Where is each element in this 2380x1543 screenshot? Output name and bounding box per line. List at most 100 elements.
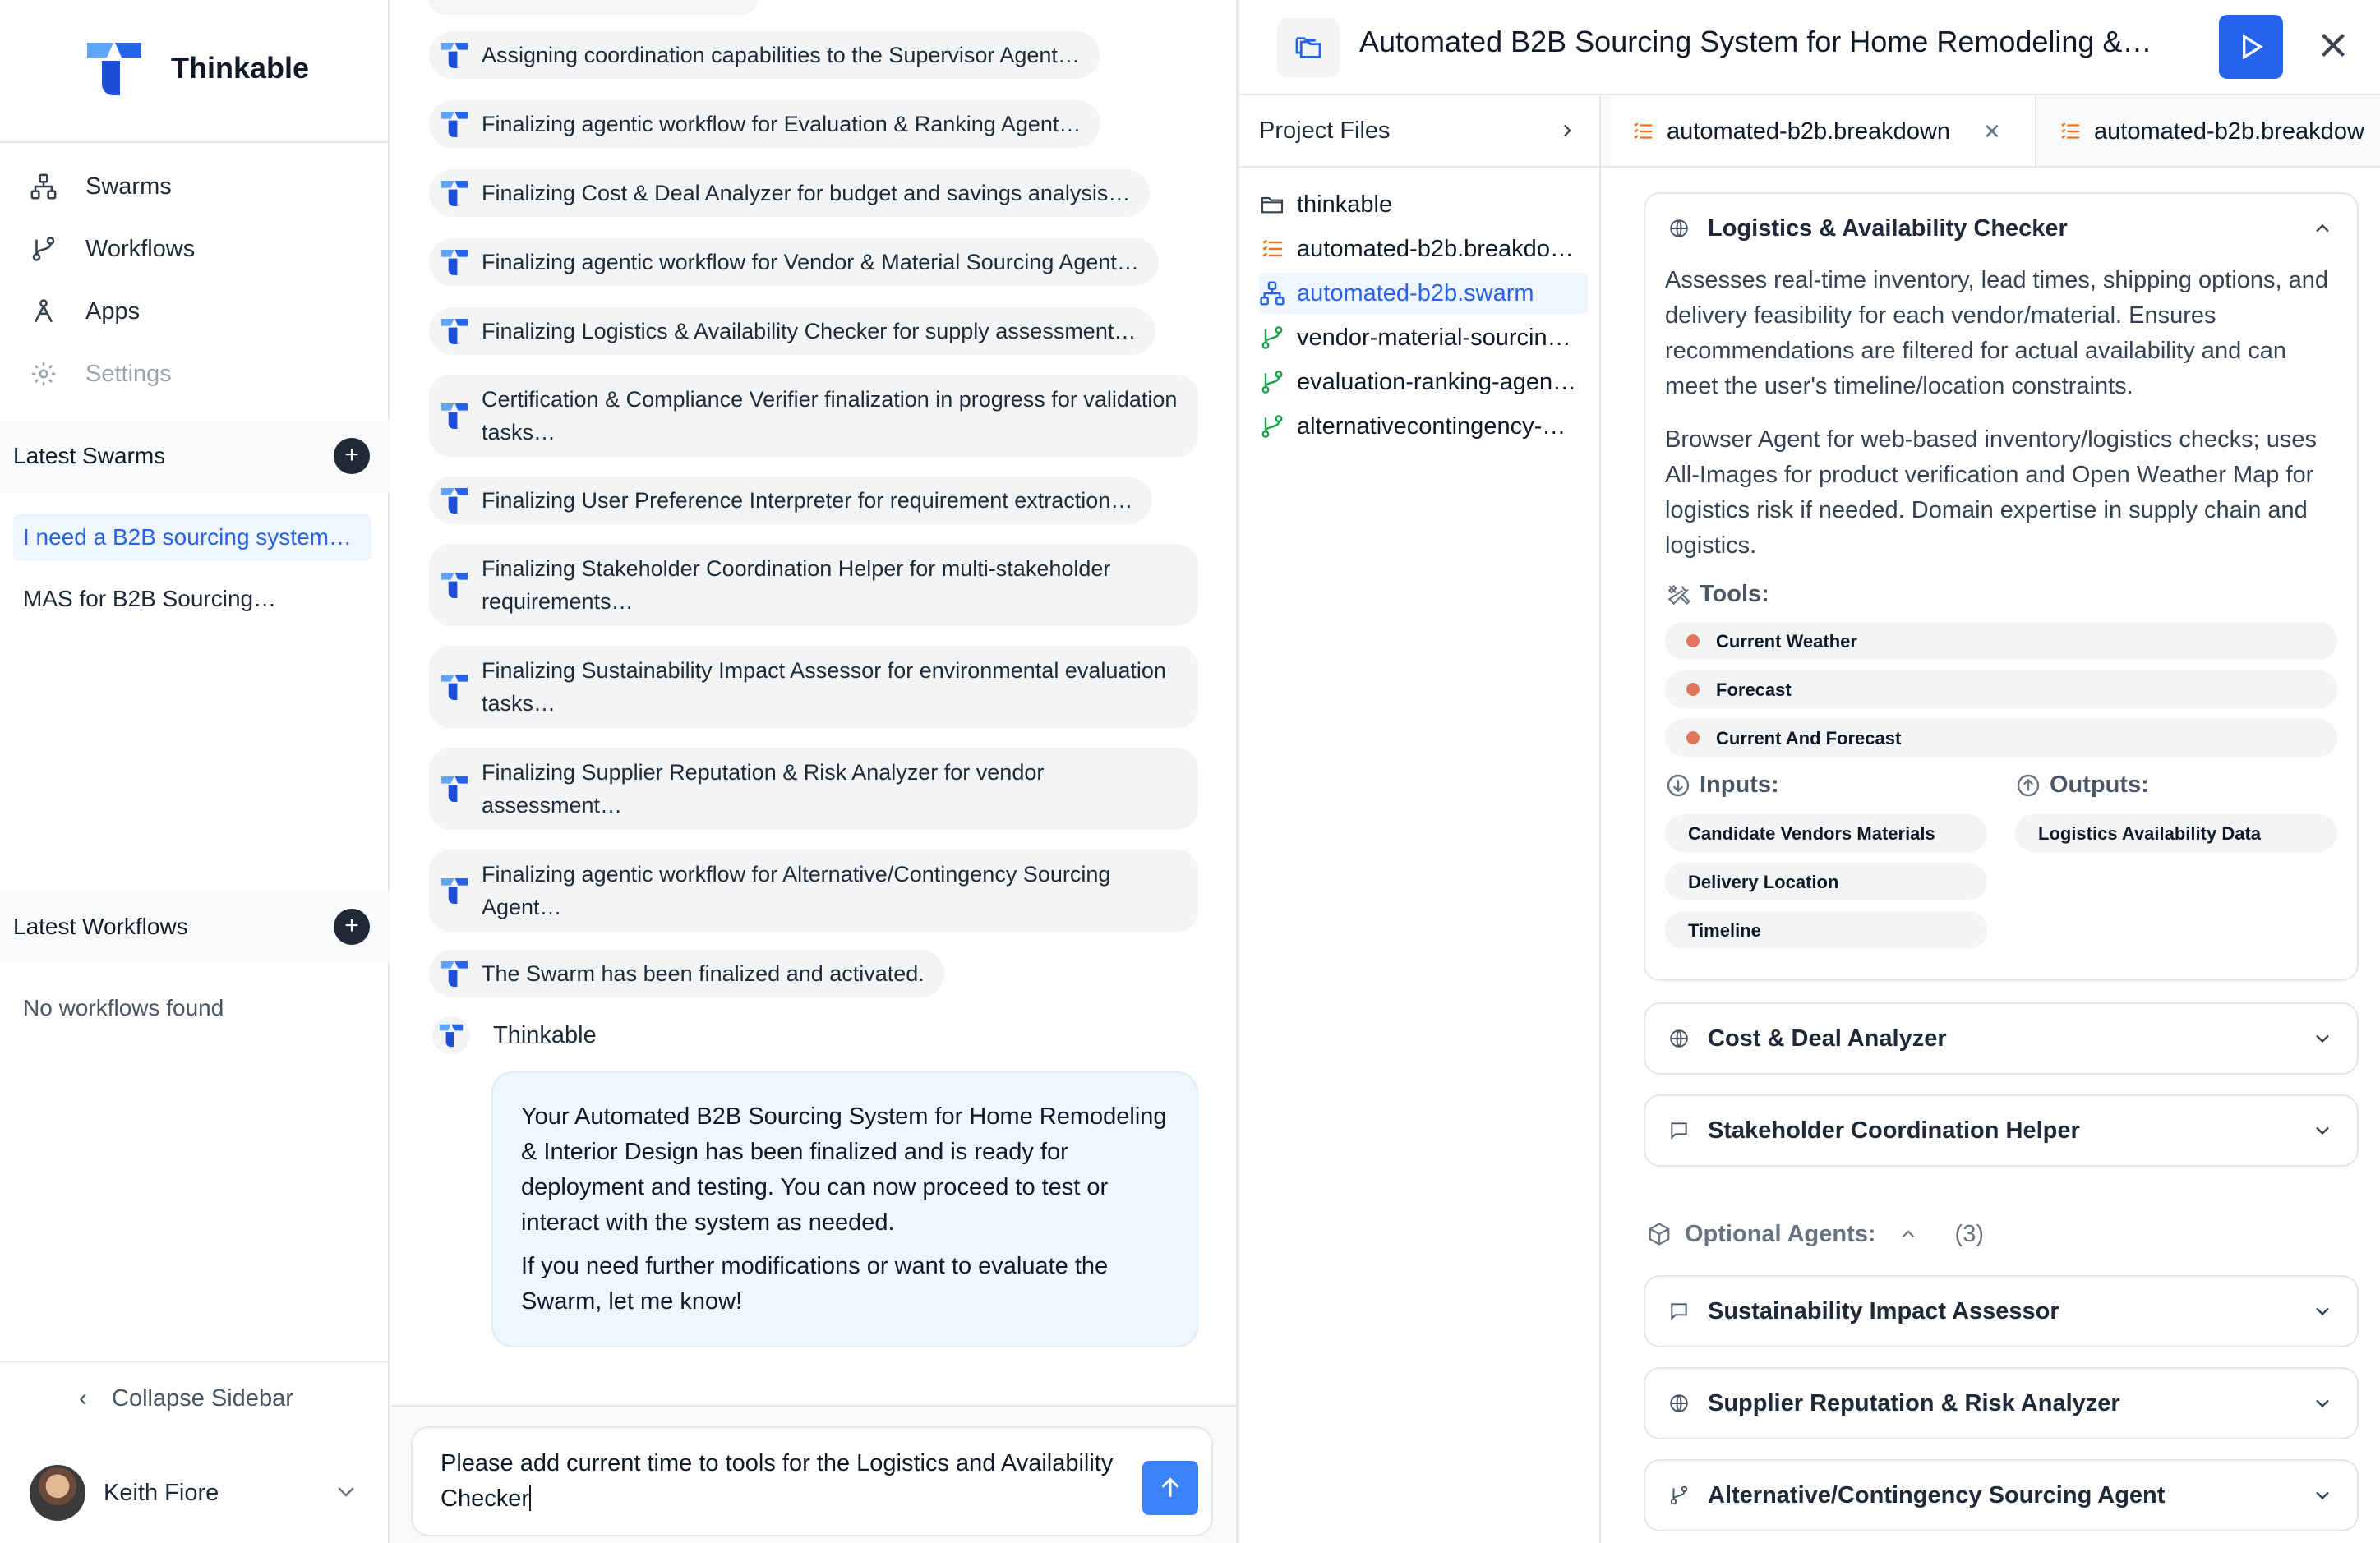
workflow-file-icon — [1261, 371, 1283, 394]
tool-pill[interactable]: Current Weather — [1665, 622, 2337, 660]
input-pill: Timeline — [1665, 911, 1987, 949]
brand-name: Thinkable — [171, 51, 310, 85]
nav-label: Apps — [85, 297, 141, 325]
arrow-up-circle-icon — [2017, 774, 2040, 796]
brand-logo[interactable]: Thinkable — [85, 39, 309, 97]
folders-icon — [1295, 37, 1321, 58]
nav-apps[interactable]: Apps — [30, 287, 140, 336]
chat-status-message: Finalizing Stakeholder Coordination Help… — [429, 544, 1198, 626]
arrow-down-circle-icon — [1667, 774, 1690, 796]
message-input[interactable]: Please add current time to tools for the… — [411, 1426, 1213, 1536]
file-item[interactable]: evaluation-ranking-agen… — [1259, 362, 1588, 403]
chat-status-message: The Swarm has been finalized and activat… — [429, 950, 944, 997]
agent-name: Cost & Deal Analyzer — [1708, 1025, 1947, 1052]
chat-status-message: Finalizing Supplier Reputation & Risk An… — [429, 748, 1198, 830]
swarm-item[interactable]: MAS for B2B Sourcing… — [13, 575, 371, 623]
workflows-icon — [32, 237, 55, 261]
agent-name: Alternative/Contingency Sourcing Agent — [1708, 1481, 2166, 1508]
add-swarm-button[interactable]: + — [334, 438, 370, 474]
project-files: Project Files thinkable automated-b2b.br… — [1239, 95, 1601, 1543]
globe-icon — [1670, 1029, 1688, 1048]
chat-status-message: Certification & Compliance Verifier fina… — [429, 375, 1198, 457]
tool-dot-icon — [1686, 683, 1700, 696]
list-icon — [1634, 122, 1653, 140]
list-icon — [1262, 239, 1282, 257]
outputs-column: Outputs: Logistics Availability Data — [2015, 767, 2337, 960]
assistant-name: Thinkable — [493, 1021, 597, 1048]
chevron-down-icon — [334, 1479, 358, 1508]
project-title: Automated B2B Sourcing System for Home R… — [1359, 25, 2152, 58]
agent-name: Supplier Reputation & Risk Analyzer — [1708, 1389, 2120, 1416]
collapse-sidebar-button[interactable]: ‹ Collapse Sidebar — [79, 1374, 293, 1423]
optional-agent-card[interactable]: Sustainability Impact Assessor — [1644, 1275, 2359, 1347]
send-button[interactable] — [1142, 1461, 1198, 1515]
agent-card-header[interactable]: Logistics & Availability Checker — [1645, 194, 2357, 263]
assistant-reply: Your Automated B2B Sourcing System for H… — [491, 1071, 1198, 1347]
nav-settings[interactable]: Settings — [30, 349, 172, 398]
tools-label: Tools: — [1665, 577, 2337, 612]
file-item[interactable]: alternativecontingency-… — [1259, 406, 1588, 447]
file-item[interactable]: thinkable — [1259, 184, 1588, 225]
tool-pill[interactable]: Current And Forecast — [1665, 719, 2337, 757]
project-folder-button[interactable] — [1277, 18, 1340, 77]
swarm-item[interactable]: I need a B2B sourcing system… — [13, 514, 371, 561]
agent-card-collapsed[interactable]: Cost & Deal Analyzer — [1644, 1002, 2359, 1075]
optional-agent-card[interactable]: Supplier Reputation & Risk Analyzer — [1644, 1367, 2359, 1439]
breakdown-content: Logistics & Availability Checker Assesse… — [1601, 168, 2380, 1543]
file-item-active[interactable]: automated-b2b.swarm — [1259, 273, 1588, 314]
thinkable-mini-icon — [440, 318, 468, 345]
list-icon — [2061, 122, 2080, 140]
run-button[interactable] — [2219, 15, 2283, 79]
optional-agent-card[interactable]: Alternative/Contingency Sourcing Agent — [1644, 1459, 2359, 1531]
chat-pane: Assigning coordination capabilities to t… — [391, 0, 1236, 1543]
tab-breakdown[interactable]: automated-b2b.breakdow — [2038, 95, 2380, 166]
agent-card-collapsed[interactable]: Stakeholder Coordination Helper — [1644, 1094, 2359, 1167]
chevron-down-icon — [2316, 1126, 2329, 1135]
latest-workflows-title: Latest Workflows — [13, 914, 188, 939]
tab-breakdown-active[interactable]: automated-b2b.breakdown ✕ — [1611, 95, 2036, 166]
user-name: Keith Fiore — [104, 1479, 219, 1506]
close-icon[interactable] — [2313, 25, 2354, 66]
workflow-file-icon — [1261, 415, 1283, 438]
input-pill: Delivery Location — [1665, 863, 1987, 900]
package-icon — [1649, 1223, 1670, 1246]
file-item[interactable]: vendor-material-sourcin… — [1259, 317, 1588, 358]
nav-swarms[interactable]: Swarms — [30, 162, 172, 211]
globe-icon — [1670, 219, 1688, 237]
arrow-up-icon — [1161, 1477, 1179, 1497]
project-files-header[interactable]: Project Files — [1239, 95, 1601, 168]
tools-icon — [1667, 584, 1690, 605]
nav-label: Settings — [85, 360, 172, 387]
agent-card-expanded: Logistics & Availability Checker Assesse… — [1644, 192, 2359, 981]
chat-status-message: Assigning coordination capabilities to t… — [429, 31, 1100, 79]
swarm-file-icon — [1260, 281, 1285, 306]
add-workflow-button[interactable]: + — [334, 909, 370, 945]
outputs-label: Outputs: — [2015, 767, 2337, 803]
latest-workflows-header: Latest Workflows + — [0, 891, 390, 963]
reply-paragraph: If you need further modifications or wan… — [521, 1253, 1109, 1315]
close-tab-icon[interactable]: ✕ — [1983, 119, 2001, 145]
nav-workflows[interactable]: Workflows — [30, 224, 195, 274]
chevron-down-icon — [2316, 1034, 2329, 1043]
divider — [0, 141, 390, 143]
latest-swarms-header: Latest Swarms + — [0, 420, 390, 492]
optional-agents-label: Optional Agents: — [1685, 1220, 1876, 1247]
workflow-icon — [1670, 1485, 1688, 1505]
tool-dot-icon — [1686, 634, 1700, 647]
chat-status-message: Finalizing agentic workflow for Evaluati… — [429, 100, 1101, 148]
optional-agents-count: (3) — [1954, 1220, 1984, 1247]
tool-pill[interactable]: Forecast — [1665, 670, 2337, 708]
output-pill: Logistics Availability Data — [2015, 814, 2337, 852]
user-menu[interactable]: Keith Fiore — [30, 1464, 358, 1522]
thinkable-mini-icon — [440, 877, 468, 905]
chevron-down-icon — [2316, 1491, 2329, 1500]
inputs-column: Inputs: Candidate Vendors Materials Deli… — [1665, 767, 1987, 960]
project-panel: Automated B2B Sourcing System for Home R… — [1236, 0, 2380, 1543]
optional-agents-header[interactable]: Optional Agents: (3) — [1647, 1209, 1984, 1259]
collapse-label: Collapse Sidebar — [112, 1384, 293, 1412]
file-item[interactable]: automated-b2b.breakdo… — [1259, 228, 1588, 269]
chat-status-message: Finalizing Logistics & Availability Chec… — [429, 307, 1156, 355]
chat-status-message: Finalizing agentic workflow for Vendor &… — [429, 238, 1159, 286]
thinkable-mini-icon — [440, 111, 468, 138]
nav-label: Workflows — [85, 235, 196, 262]
